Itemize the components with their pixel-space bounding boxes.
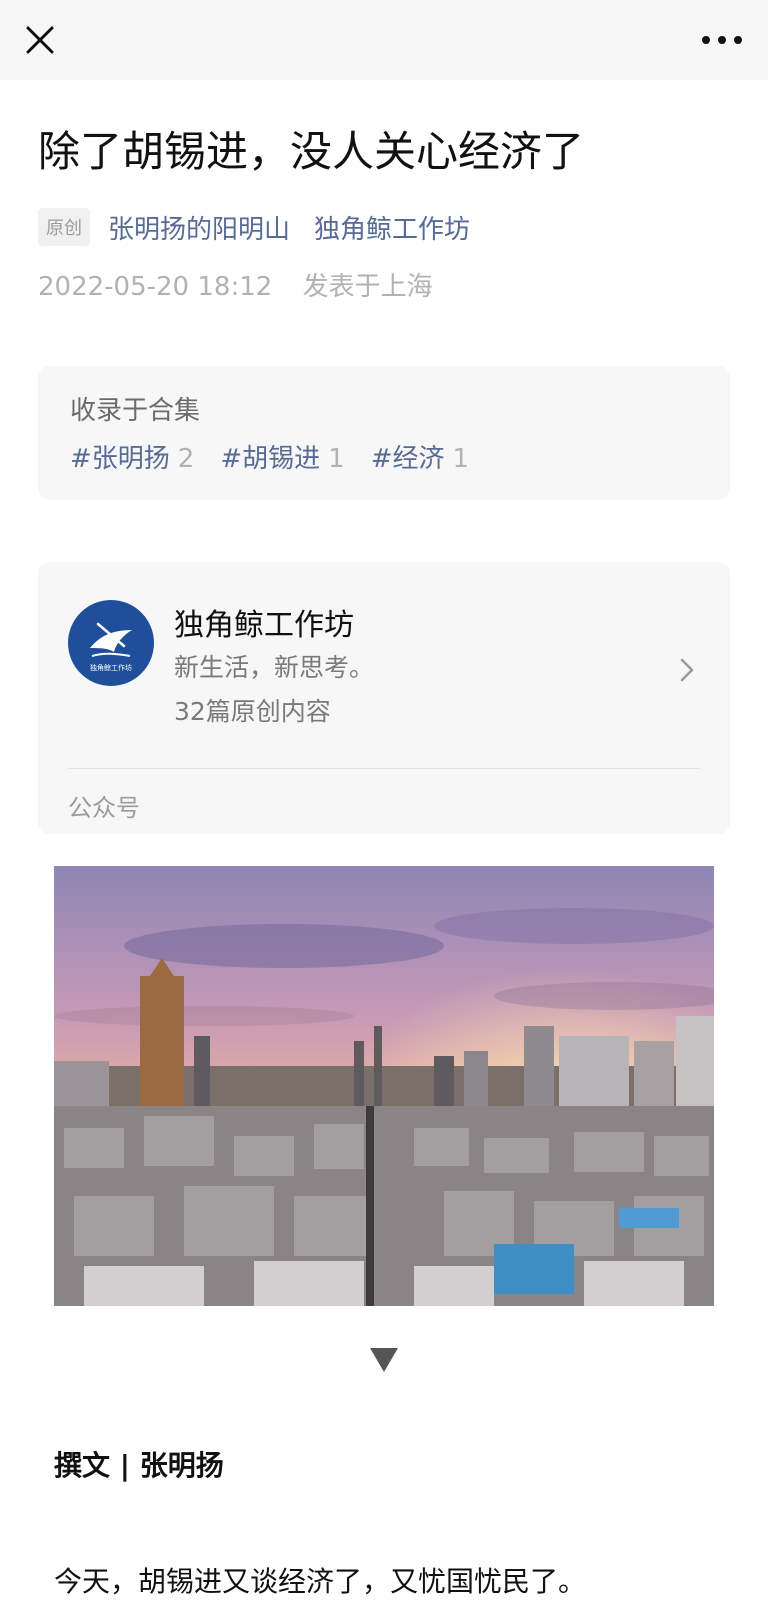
collection-tag[interactable]: #张明扬 2 [70,438,194,475]
account-description: 新生活，新思考。 [174,653,375,682]
collection-tag[interactable]: #胡锡进 1 [220,438,344,475]
publish-info: 2022-05-20 18:12 发表于上海 [38,266,433,303]
chevron-right-icon [674,650,700,690]
card-divider [68,768,700,769]
original-badge: 原创 [38,208,90,246]
account-card[interactable]: 独角鲸工作坊 独角鲸工作坊 新生活，新思考。 32篇原创内容 公众号 [38,562,730,834]
account-article-count: 32篇原创内容 [174,697,331,726]
cityscape-image [54,866,714,1306]
account-name: 独角鲸工作坊 [174,608,354,643]
collection-box: 收录于合集 #张明扬 2 #胡锡进 1 #经济 1 [38,366,730,500]
publish-location: 发表于上海 [302,272,433,302]
more-dots-icon[interactable] [694,18,750,62]
collection-label: 收录于合集 [70,396,201,426]
account-avatar: 独角鲸工作坊 [68,600,154,686]
publish-date: 2022-05-20 18:12 [38,272,273,302]
author-link[interactable]: 张明扬的阳明山 [108,209,290,246]
article-title: 除了胡锡进，没人关心经济了 [38,127,585,176]
article-paragraph: 今天，胡锡进又谈经济了，又忧国忧民了。 [54,1565,587,1598]
close-icon[interactable] [18,18,62,62]
collection-tags: #张明扬 2 #胡锡进 1 #经济 1 [70,438,495,475]
down-triangle-icon [368,1346,400,1374]
article-meta: 原创 张明扬的阳明山 独角鲸工作坊 [38,205,494,249]
collection-tag[interactable]: #经济 1 [371,438,469,475]
account-link[interactable]: 独角鲸工作坊 [314,209,470,246]
article-byline: 撰文 | 张明扬 [54,1449,224,1482]
logo-text: 独角鲸工作坊 [90,663,132,672]
top-bar [0,0,768,80]
account-type: 公众号 [68,794,140,822]
